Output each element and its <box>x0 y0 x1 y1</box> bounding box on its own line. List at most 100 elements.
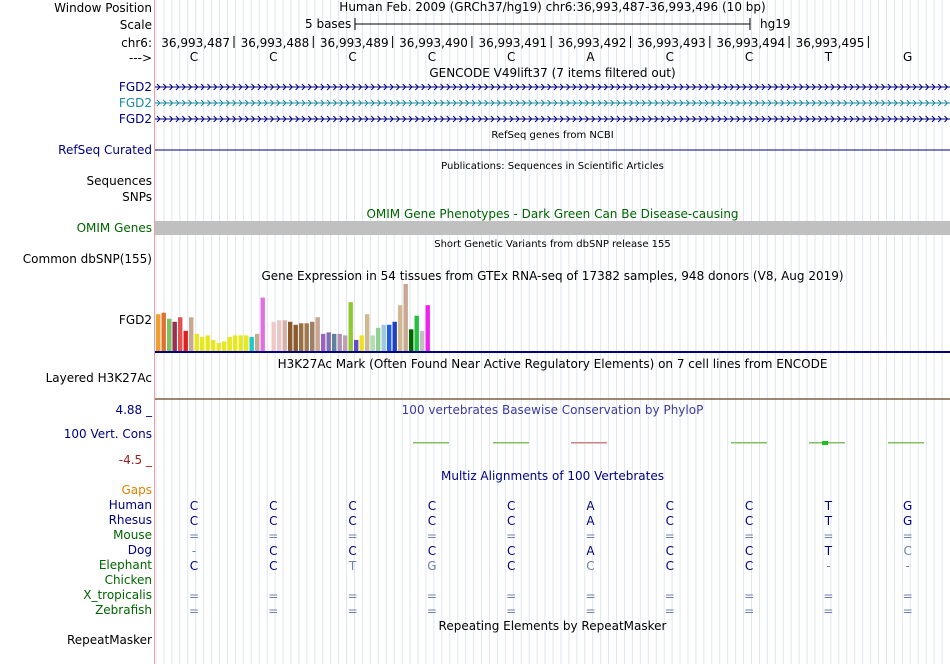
publications-snps-label[interactable]: SNPs <box>122 190 152 204</box>
reference-base: C <box>269 50 277 64</box>
alignment-base: C <box>586 559 594 573</box>
chrom-position: 36,993,492 <box>558 36 627 50</box>
track-graphics: 36,993,487 36,993,488 36,993,489 36,993,490… <box>155 18 950 618</box>
gtex-bar <box>409 329 414 352</box>
conservation-min-label: -4.5 _ <box>118 453 152 467</box>
gtex-bar <box>392 321 397 352</box>
gtex-bar <box>321 333 326 352</box>
gtex-bar <box>337 333 342 352</box>
alignment-base: G <box>427 559 436 573</box>
gtex-bar <box>304 323 309 352</box>
gtex-bar <box>420 330 425 352</box>
alignment-base: = <box>823 604 833 618</box>
species-label-gaps[interactable]: Gaps <box>121 483 152 497</box>
chrom-label: chr6: <box>121 36 152 50</box>
reference-base: G <box>903 50 912 64</box>
species-label-rhesus[interactable]: Rhesus <box>109 513 152 527</box>
repeatmasker-track-label[interactable]: RepeatMasker <box>67 633 152 647</box>
phylop-mark <box>413 442 449 444</box>
alignment-base: C <box>507 499 515 513</box>
species-label-elephant[interactable]: Elephant <box>99 558 152 572</box>
alignment-base: G <box>903 499 912 513</box>
tracks-area[interactable]: Human Feb. 2009 (GRCh37/hg19) chr6:36,99… <box>155 0 950 664</box>
alignment-base: C <box>428 514 436 528</box>
gtex-bar <box>315 317 320 352</box>
gtex-bar <box>425 305 430 352</box>
alignment-base: - <box>906 559 910 573</box>
species-label-dog[interactable]: Dog <box>128 543 152 557</box>
h3k27ac-track-label[interactable]: Layered H3K27Ac <box>46 371 152 385</box>
reference-base: C <box>190 50 198 64</box>
reference-base: C <box>666 50 674 64</box>
alignment-base: = <box>427 604 437 618</box>
chrom-position: 36,993,489 <box>320 36 389 50</box>
gtex-bar <box>249 336 254 352</box>
omim-track-label[interactable]: OMIM Genes <box>77 221 152 235</box>
species-label-mouse[interactable]: Mouse <box>113 528 152 542</box>
conservation-track-label[interactable]: 100 Vert. Cons <box>64 427 152 441</box>
gtex-bar <box>332 333 337 352</box>
alignment-base: = <box>189 604 199 618</box>
gtex-bar <box>216 342 221 352</box>
alignment-base: = <box>189 589 199 603</box>
gtex-bar <box>260 297 265 352</box>
alignment-base: C <box>428 544 436 558</box>
alignment-base: G <box>903 514 912 528</box>
alignment-base: = <box>823 529 833 543</box>
alignment-base: C <box>269 514 277 528</box>
alignment-base: = <box>585 529 595 543</box>
alignment-base: C <box>507 544 515 558</box>
chrom-position: 36,993,491 <box>478 36 547 50</box>
alignment-base: T <box>348 559 357 573</box>
alignment-base: C <box>745 499 753 513</box>
phylop-mark <box>822 441 828 445</box>
alignment-base: = <box>585 589 595 603</box>
alignment-base: A <box>586 514 595 528</box>
gtex-bar <box>288 321 293 352</box>
gtex-track-label[interactable]: FGD2 <box>119 313 152 327</box>
alignment-base: C <box>745 514 753 528</box>
dbsnp-track-label[interactable]: Common dbSNP(155) <box>23 252 152 266</box>
gtex-bar <box>271 321 276 352</box>
alignment-base: T <box>824 514 833 528</box>
publications-sequences-label[interactable]: Sequences <box>87 174 152 188</box>
gtex-bar <box>167 318 172 352</box>
gtex-bar <box>403 284 408 352</box>
refseq-track-label[interactable]: RefSeq Curated <box>58 143 152 157</box>
alignment-base: C <box>190 559 198 573</box>
chrom-position: 36,993,493 <box>637 36 706 50</box>
gtex-bar <box>156 314 161 352</box>
alignment-base: C <box>666 544 674 558</box>
phylop-mark <box>731 442 767 444</box>
species-label-human[interactable]: Human <box>109 498 152 512</box>
alignment-base: = <box>348 589 358 603</box>
gtex-bar <box>398 305 403 352</box>
alignment-base: - <box>826 559 830 573</box>
alignment-base: = <box>348 604 358 618</box>
alignment-base: C <box>904 544 912 558</box>
phylop-mark <box>571 442 607 444</box>
gtex-bar <box>161 312 166 352</box>
species-label-x_tropicalis[interactable]: X_tropicalis <box>83 588 152 602</box>
alignment-base: A <box>586 544 595 558</box>
alignment-base: - <box>192 544 196 558</box>
gencode-item-label-3[interactable]: FGD2 <box>119 112 152 126</box>
alignment-base: = <box>903 529 913 543</box>
gtex-bar <box>183 330 188 352</box>
chrom-position: 36,993,495 <box>796 36 865 50</box>
alignment-base: = <box>506 529 516 543</box>
alignment-base: = <box>665 604 675 618</box>
species-label-zebrafish[interactable]: Zebrafish <box>95 603 152 617</box>
alignment-base: = <box>268 529 278 543</box>
gencode-item-label-1[interactable]: FGD2 <box>119 80 152 94</box>
gtex-bar <box>211 339 216 352</box>
alignment-base: C <box>666 514 674 528</box>
gtex-bar <box>310 321 315 352</box>
gencode-item-label-2[interactable]: FGD2 <box>119 96 152 110</box>
alignment-base: C <box>348 544 356 558</box>
alignment-base: A <box>586 499 595 513</box>
species-label-chicken[interactable]: Chicken <box>105 573 152 587</box>
alignment-base: = <box>268 604 278 618</box>
track-labels-column: Window Position Scale chr6: ---> FGD2 FG… <box>0 0 154 664</box>
alignment-base: = <box>744 604 754 618</box>
